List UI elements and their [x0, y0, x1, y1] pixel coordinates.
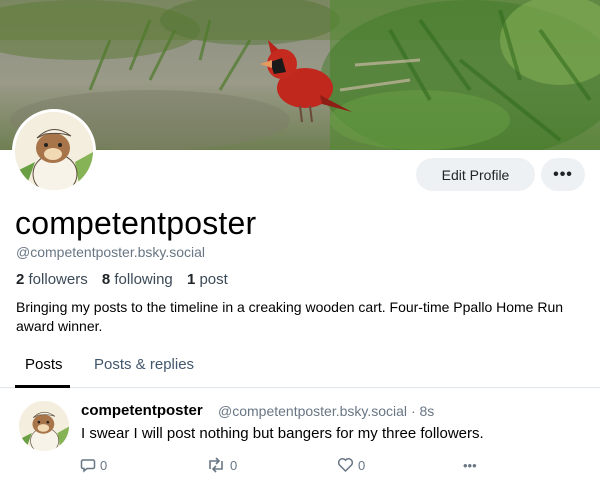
profile-display-name: competentposter	[15, 205, 257, 241]
posts-label: post	[199, 271, 228, 288]
profile-banner[interactable]	[0, 0, 600, 150]
profile-stats: 2 followers 8 following 1 post	[16, 271, 238, 288]
post-more-button[interactable]: •••	[463, 458, 477, 473]
hamster-avatar-image	[19, 401, 69, 451]
like-count: 0	[358, 457, 366, 473]
followers-count: 2	[16, 271, 25, 288]
following-label: following	[114, 271, 173, 288]
post-author-avatar[interactable]	[19, 401, 69, 451]
followers-link[interactable]: 2 followers	[16, 271, 102, 288]
posts-stat: 1 post	[187, 271, 238, 288]
repost-icon	[209, 457, 223, 473]
profile-bio: Bringing my posts to the timeline in a c…	[16, 299, 564, 334]
following-count: 8	[101, 271, 111, 288]
followers-label: followers	[28, 271, 88, 288]
reply-button[interactable]: 0	[80, 457, 107, 473]
active-tab-indicator	[15, 385, 70, 388]
repost-count: 0	[230, 457, 238, 473]
repost-button[interactable]: 0	[206, 457, 237, 473]
profile-avatar[interactable]	[12, 109, 96, 193]
more-icon: •••	[463, 458, 477, 473]
hamster-avatar-image	[15, 112, 93, 190]
profile-tabs: Posts Posts & replies	[0, 348, 600, 388]
posts-count: 1	[186, 271, 196, 288]
heart-icon	[337, 458, 354, 473]
post-author-handle[interactable]: @competentposter.bsky.social	[218, 403, 407, 419]
edit-profile-button[interactable]: Edit Profile	[416, 158, 535, 191]
reply-count: 0	[100, 457, 108, 473]
profile-handle: @competentposter.bsky.social	[16, 244, 206, 260]
tab-posts-and-replies[interactable]: Posts & replies	[94, 356, 194, 373]
like-button[interactable]: 0	[337, 457, 365, 473]
post-timestamp[interactable]: 8s	[420, 403, 435, 419]
tab-posts[interactable]: Posts	[25, 356, 63, 373]
following-link[interactable]: 8 following	[102, 271, 187, 288]
reply-icon	[80, 459, 96, 473]
post-author-name[interactable]: competentposter	[81, 402, 203, 419]
banner-image	[0, 0, 600, 150]
post-text: I swear I will post nothing but bangers …	[81, 425, 484, 442]
profile-more-button[interactable]: •••	[541, 158, 585, 191]
post-separator: ·	[410, 403, 416, 419]
post-meta: @competentposter.bsky.social · 8s	[218, 403, 434, 419]
